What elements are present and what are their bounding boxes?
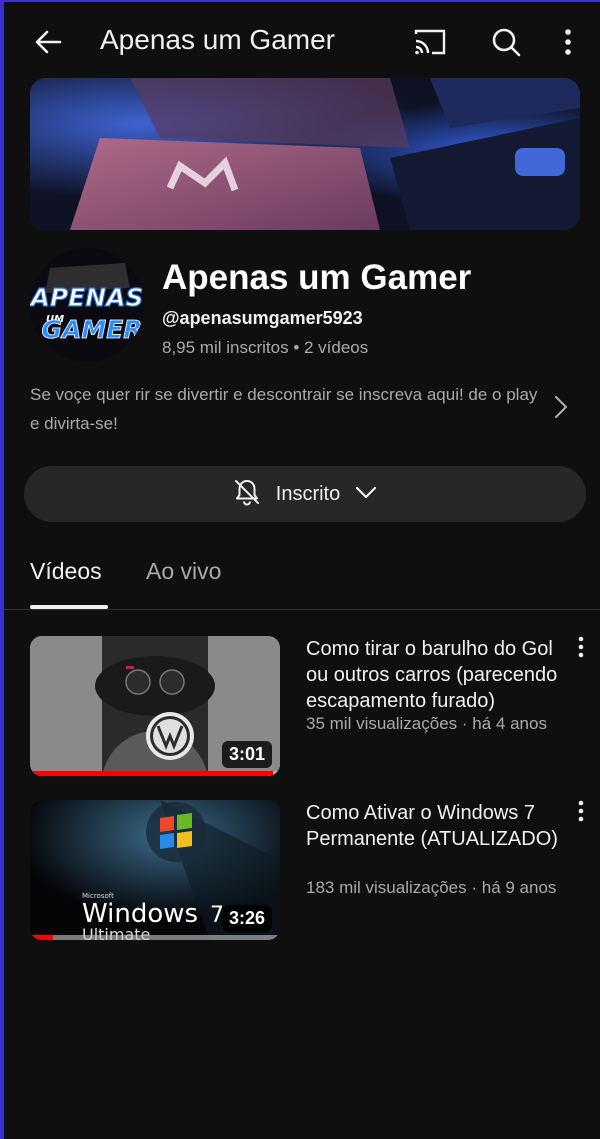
- video-thumbnail[interactable]: Microsoft Windows 7 Ultimate 3:26: [30, 800, 280, 940]
- top-bar-title: Apenas um Gamer: [100, 24, 335, 55]
- video-list-item[interactable]: 3:01 Como tirar o barulho do Gol ou outr…: [4, 636, 600, 776]
- video-duration: 3:01: [221, 741, 272, 768]
- more-vert-icon[interactable]: [570, 800, 592, 830]
- tab-videos[interactable]: Vídeos: [30, 558, 102, 585]
- video-meta: 183 mil visualizações · há 9 anos: [306, 878, 557, 897]
- app-frame: Apenas um Gamer APENAS UM GAMER Apenas u…: [0, 0, 600, 1139]
- chevron-down-icon: [354, 484, 378, 505]
- subscribed-button[interactable]: Inscrito: [24, 466, 586, 522]
- top-app-bar: Apenas um Gamer: [4, 2, 600, 80]
- search-icon[interactable]: [486, 22, 526, 62]
- video-duration: 3:26: [221, 905, 272, 932]
- video-title[interactable]: Como Ativar o Windows 7 Permanente (ATUA…: [306, 800, 568, 852]
- tab-live[interactable]: Ao vivo: [146, 558, 221, 585]
- video-thumbnail[interactable]: 3:01: [30, 636, 280, 776]
- more-vert-icon[interactable]: [556, 22, 580, 62]
- channel-banner: [30, 78, 580, 230]
- avatar-text-bottom: GAMER: [41, 315, 142, 344]
- channel-name: Apenas um Gamer: [162, 258, 472, 297]
- avatar-text-top: APENAS: [30, 283, 144, 312]
- watch-progress-track: [30, 771, 280, 776]
- bell-off-icon: [232, 477, 262, 512]
- channel-stats: 8,95 mil inscritos • 2 vídeos: [162, 338, 369, 357]
- video-list-item[interactable]: Microsoft Windows 7 Ultimate 3:26 Como A…: [4, 800, 600, 940]
- tab-selected-indicator: [30, 605, 108, 609]
- channel-description[interactable]: Se voçe quer rir se divertir e descontra…: [30, 380, 540, 438]
- watch-progress-fill: [30, 771, 273, 776]
- video-title[interactable]: Como tirar o barulho do Gol ou outros ca…: [306, 636, 568, 714]
- watch-progress-track: [30, 935, 280, 940]
- channel-tabs: Vídeos Ao vivo: [4, 542, 600, 610]
- chevron-right-icon[interactable]: [550, 392, 572, 422]
- back-arrow-icon[interactable]: [28, 22, 68, 62]
- subscribed-label: Inscrito: [275, 482, 341, 505]
- channel-avatar[interactable]: APENAS UM GAMER: [30, 248, 144, 362]
- more-vert-icon[interactable]: [570, 636, 592, 666]
- video-meta: 35 mil visualizações · há 4 anos: [306, 714, 547, 733]
- channel-handle: @apenasumgamer5923: [162, 308, 363, 328]
- cast-icon[interactable]: [410, 24, 450, 60]
- watch-progress-fill: [30, 935, 53, 940]
